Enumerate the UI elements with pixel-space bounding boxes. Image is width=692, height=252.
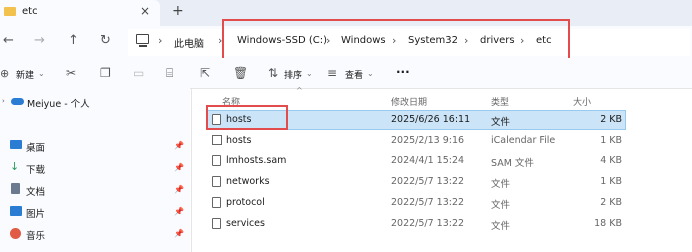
file-name: lmhosts.sam	[226, 155, 287, 166]
monitor-stand	[139, 45, 147, 47]
file-size: 2 KB	[600, 197, 622, 208]
view-icon: ≡	[327, 66, 338, 80]
file-date: 2025/6/26 16:11	[391, 114, 471, 125]
file-highlight-box	[206, 105, 288, 130]
delete-icon[interactable]: 🗑	[233, 66, 248, 80]
paste-icon[interactable]: ▭	[133, 66, 144, 80]
file-type: 文件	[491, 221, 511, 232]
forward-button[interactable]: →	[34, 33, 45, 48]
rename-icon[interactable]: ⌸	[166, 66, 173, 81]
chevron-down-icon[interactable]: ⌄	[367, 69, 374, 78]
tab-title: etc	[22, 6, 38, 17]
sidebar-item-documents[interactable]: 文档	[26, 184, 45, 198]
cloud-icon	[11, 98, 24, 105]
download-icon: ↓	[10, 160, 20, 173]
file-name: services	[226, 218, 265, 229]
sort-icon: ⇅	[268, 66, 279, 80]
file-type: iCalendar File	[491, 135, 556, 146]
share-icon[interactable]: ⇱	[200, 66, 210, 80]
copy-icon[interactable]: ❐	[100, 66, 111, 80]
monitor-icon	[136, 34, 149, 44]
pin-icon[interactable]: 📌	[174, 229, 184, 238]
view-button[interactable]: 查看	[345, 68, 363, 81]
up-button[interactable]: ↑	[68, 33, 79, 48]
pin-icon[interactable]: 📌	[174, 141, 184, 150]
file-type: 文件	[491, 179, 511, 190]
sidebar-item-music[interactable]: 音乐	[26, 228, 45, 242]
file-date: 2025/2/13 9:16	[391, 135, 465, 146]
new-icon: ⊕	[0, 67, 10, 80]
file-icon	[212, 176, 221, 187]
sort-button[interactable]: 排序	[284, 68, 302, 81]
file-name: protocol	[226, 197, 265, 208]
file-type: 文件	[491, 200, 511, 211]
new-tab-button[interactable]: +	[172, 3, 184, 19]
chevron-right-icon[interactable]: ›	[2, 97, 5, 105]
file-icon	[212, 218, 221, 229]
sidebar-item-onedrive[interactable]: Meiyue - 个人	[27, 96, 90, 110]
file-size: 4 KB	[600, 155, 622, 166]
chevron-down-icon[interactable]: ⌄	[306, 69, 313, 78]
sidebar-item-pictures[interactable]: 图片	[26, 206, 45, 220]
file-type: SAM 文件	[491, 158, 534, 169]
file-size: 1 KB	[600, 176, 622, 187]
file-date: 2022/5/7 13:22	[391, 197, 465, 208]
file-icon	[212, 155, 221, 166]
pin-icon[interactable]: 📌	[174, 163, 184, 172]
back-button[interactable]: ←	[3, 33, 14, 48]
pin-icon[interactable]: 📌	[174, 185, 184, 194]
music-icon	[10, 228, 21, 239]
file-name: networks	[226, 176, 270, 187]
new-button[interactable]: 新建	[16, 68, 34, 81]
refresh-button[interactable]: ↻	[100, 33, 111, 48]
file-type: 文件	[491, 117, 511, 128]
picture-icon	[10, 206, 22, 216]
cut-icon[interactable]: ✂	[66, 66, 76, 80]
file-size: 1 KB	[600, 135, 622, 146]
chevron-down-icon[interactable]: ⌄	[38, 69, 45, 78]
file-name: hosts	[226, 135, 252, 146]
column-header-size[interactable]: 大小	[573, 95, 591, 108]
column-header-type[interactable]: 类型	[491, 95, 509, 108]
file-date: 2022/5/7 13:22	[391, 218, 465, 229]
document-icon	[11, 183, 20, 194]
folder-icon	[4, 7, 16, 16]
file-icon	[212, 197, 221, 208]
sort-indicator-icon: ^	[296, 86, 303, 95]
sidebar-item-downloads[interactable]: 下载	[26, 162, 45, 176]
close-tab-button[interactable]: ×	[140, 4, 150, 18]
desktop-icon	[10, 140, 22, 149]
file-date: 2022/5/7 13:22	[391, 176, 465, 187]
pin-icon[interactable]: 📌	[174, 207, 184, 216]
path-highlight-box	[222, 19, 570, 61]
file-date: 2024/4/1 15:24	[391, 155, 465, 166]
column-header-date[interactable]: 修改日期	[391, 95, 427, 108]
file-size: 2 KB	[600, 114, 622, 125]
sidebar-item-desktop[interactable]: 桌面	[26, 140, 45, 154]
more-options-button[interactable]: ···	[396, 65, 410, 79]
file-size: 18 KB	[594, 218, 622, 229]
calendar-file-icon	[212, 135, 222, 145]
pane-splitter[interactable]	[191, 88, 192, 252]
breadcrumb-this-pc[interactable]: 此电脑	[174, 35, 204, 50]
breadcrumb-separator[interactable]: ›	[158, 34, 162, 47]
